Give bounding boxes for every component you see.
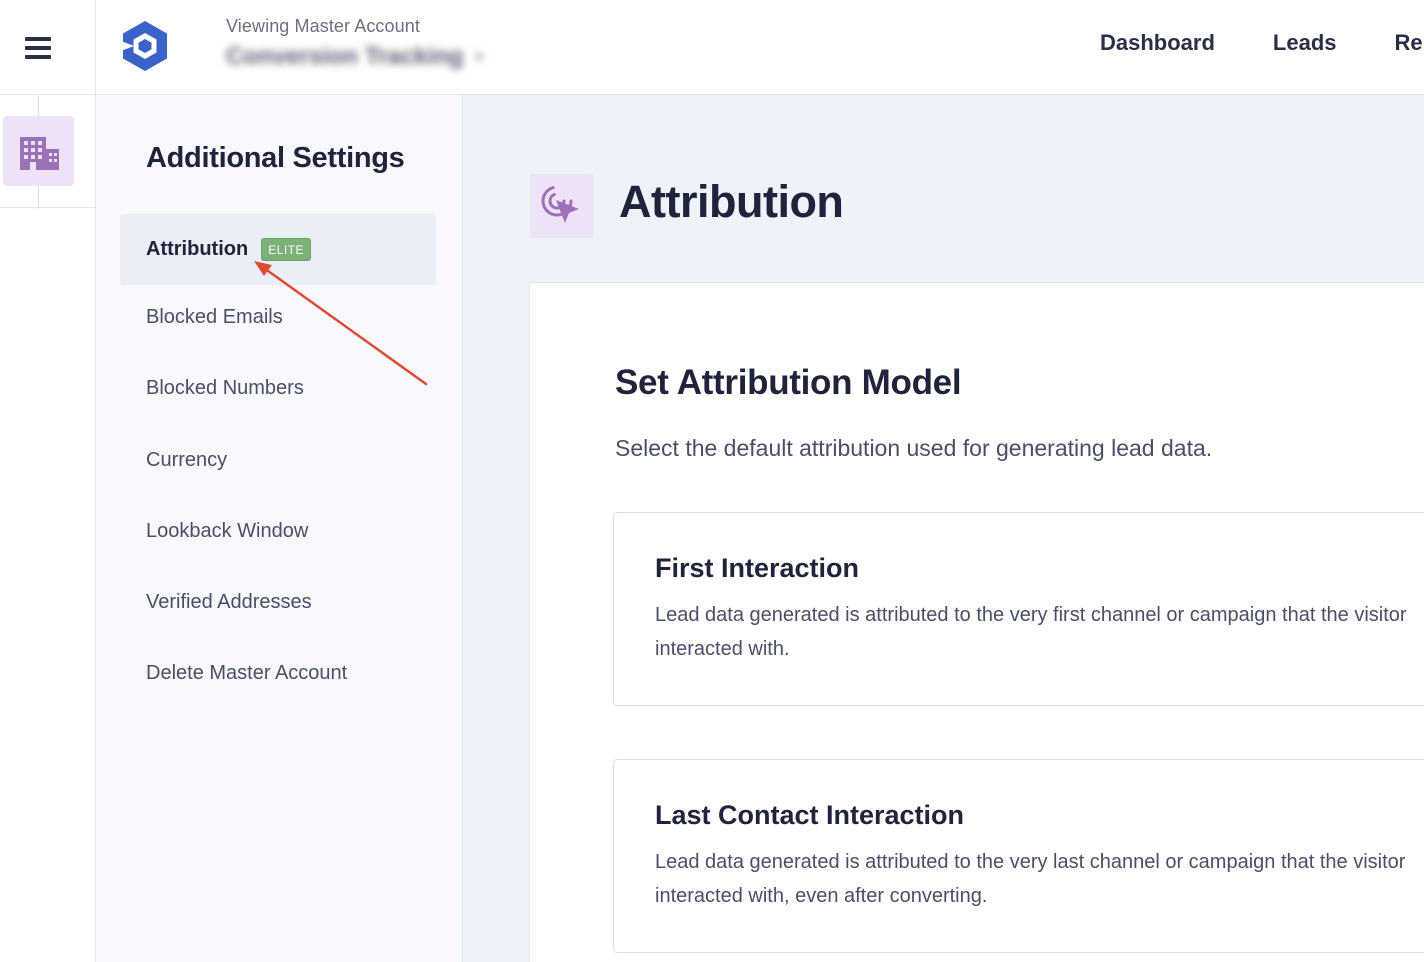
option-description: Lead data generated is attributed to the… [655,851,1406,907]
settings-item-label: Delete Master Account [146,662,348,684]
settings-item-attribution[interactable]: Attribution ELITE [120,214,436,285]
settings-item-label: Verified Addresses [146,591,312,613]
settings-item-label: Currency [146,449,228,471]
attribution-card: Set Attribution Model Select the default… [529,282,1424,962]
nav-leads[interactable]: Leads [1273,30,1337,56]
settings-item-label: Attribution [146,238,249,260]
top-bar: Viewing Master Account Conversion Tracki… [0,0,1424,95]
nav-dashboard[interactable]: Dashboard [1100,30,1215,56]
account-label: Viewing Master Account [226,16,420,36]
section-description: Select the default attribution used for … [615,435,1213,461]
settings-item-label: Blocked Emails [146,306,283,328]
building-icon [19,137,59,170]
hexagon-logo-icon[interactable] [118,18,172,74]
settings-sidebar: Additional Settings Attribution ELITE Bl… [96,95,463,962]
chevron-down-icon: ▾ [475,49,484,66]
option-description: Lead data generated is attributed to the… [655,604,1407,660]
settings-item-currency[interactable]: Currency [120,425,436,496]
settings-item-delete-master-account[interactable]: Delete Master Account [120,638,436,709]
account-switcher[interactable]: Viewing Master Account Conversion Tracki… [226,16,483,71]
rail-connector [38,185,39,209]
settings-item-blocked-numbers[interactable]: Blocked Numbers [120,353,436,424]
rail-connector [38,95,39,117]
page-title: Attribution [619,176,844,227]
menu-cell [0,0,96,95]
page-icon-tile [530,174,594,238]
left-rail [0,95,96,962]
settings-item-verified-addresses[interactable]: Verified Addresses [120,567,436,638]
top-nav: Dashboard Leads Re [1100,30,1423,56]
rail-account-tile[interactable] [3,116,74,186]
settings-title: Additional Settings [146,142,405,174]
rail-divider [0,207,95,208]
settings-item-lookback-window[interactable]: Lookback Window [120,496,436,567]
option-title: First Interaction [655,553,860,583]
option-title: Last Contact Interaction [655,800,965,830]
settings-item-blocked-emails[interactable]: Blocked Emails [120,282,436,353]
settings-item-label: Lookback Window [146,520,309,542]
section-title: Set Attribution Model [615,363,962,402]
option-last-contact-interaction[interactable]: Last Contact Interaction Lead data gener… [613,759,1424,953]
cursor-click-icon [541,185,579,223]
account-name-text: Conversion Tracking [226,43,464,70]
option-first-interaction[interactable]: First Interaction Lead data generated is… [613,512,1424,706]
elite-badge: ELITE [261,238,312,261]
account-name[interactable]: Conversion Tracking ▾ [226,43,483,71]
hamburger-icon[interactable] [24,36,51,59]
nav-reports[interactable]: Re [1395,30,1423,56]
settings-item-label: Blocked Numbers [146,377,304,399]
